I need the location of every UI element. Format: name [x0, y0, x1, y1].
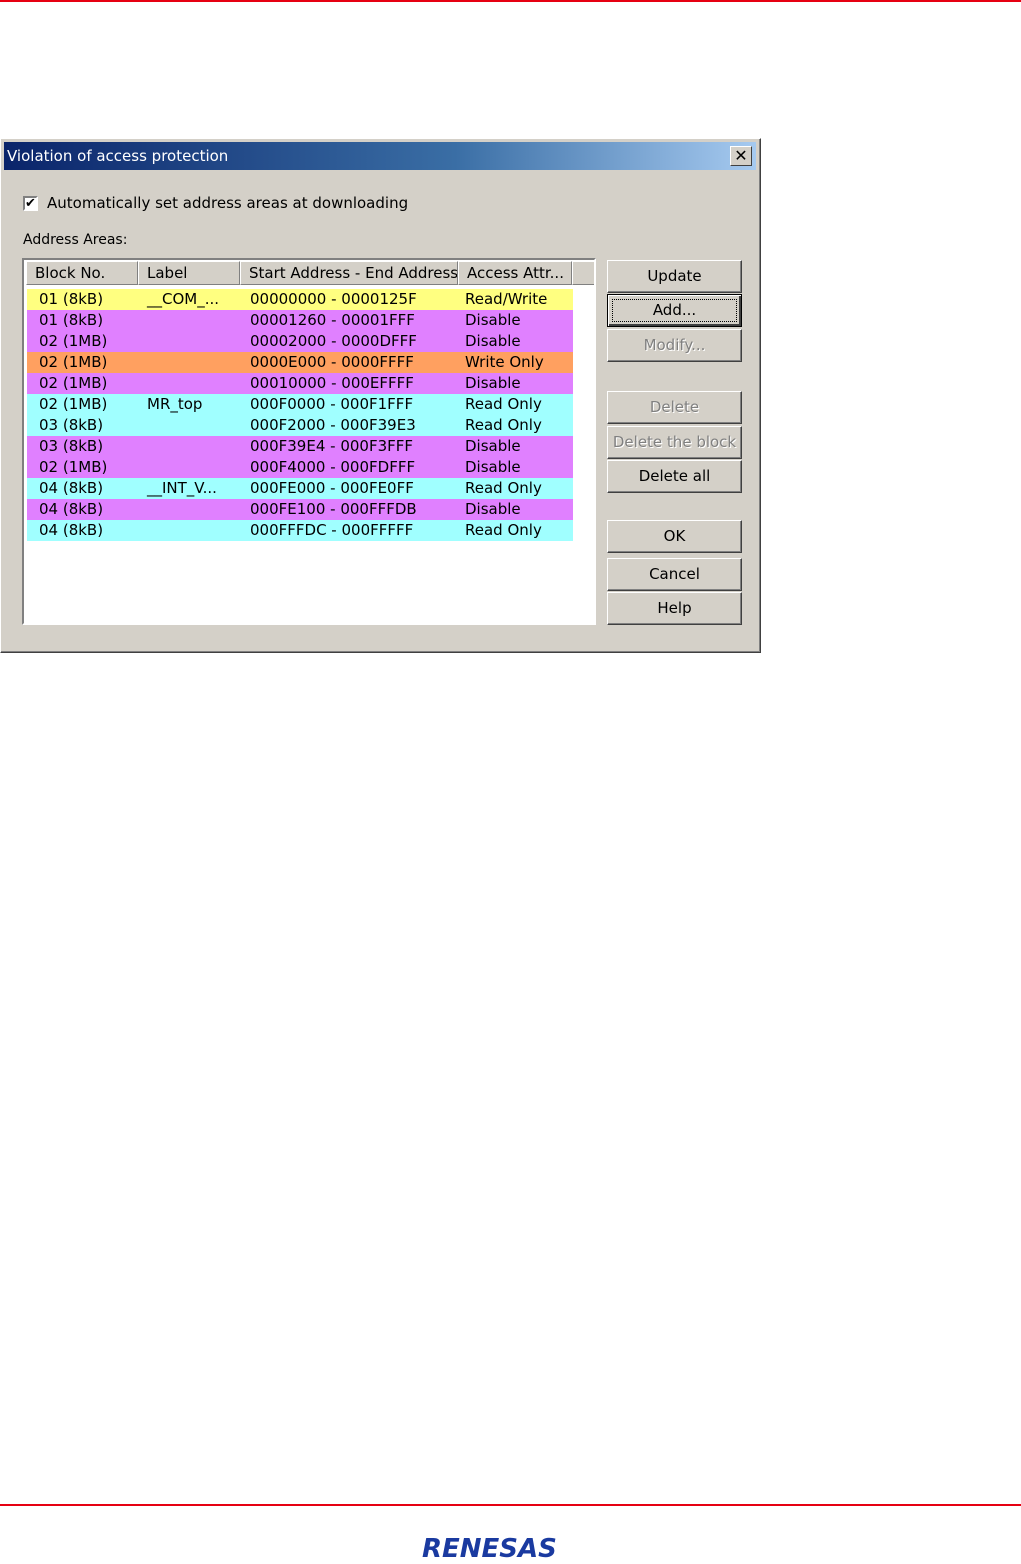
cell-block-no: 02 (1MB): [39, 353, 108, 371]
column-header-access-attr[interactable]: Access Attr...: [458, 261, 572, 285]
bottom-red-rule: [0, 1504, 1021, 1506]
cell-label: [137, 499, 238, 520]
cell-address-range: 000F39E4 - 000F3FFF: [250, 437, 414, 455]
cell-address-range: 000F2000 - 000F39E3: [250, 416, 416, 434]
list-rows: 01 (8kB) __COM_... 00000000 - 0000125F Read…: [27, 289, 573, 541]
cell-address-range: 0000E000 - 0000FFFF: [250, 353, 414, 371]
checkmark-icon: ✔: [25, 195, 36, 211]
cell-block-no: 02 (1MB): [39, 395, 108, 413]
table-row[interactable]: 02 (1MB) 000F4000 - 000FDFFF Disable: [27, 457, 573, 478]
update-button[interactable]: Update: [607, 260, 742, 293]
cell-label: [137, 436, 238, 457]
cell-access-attr: Read Only: [465, 395, 542, 413]
renesas-logo-text: RENESAS: [422, 1534, 557, 1564]
table-row[interactable]: 02 (1MB) 0000E000 - 0000FFFF Write Only: [27, 352, 573, 373]
table-row[interactable]: 02 (1MB) MR_top 000F0000 - 000F1FFF Read On…: [27, 394, 573, 415]
cell-label: [137, 415, 238, 436]
cell-label: __INT_V...: [147, 479, 217, 497]
address-areas-list[interactable]: Block No. Label Start Address - End Addr…: [22, 258, 596, 625]
table-row[interactable]: 04 (8kB) 000FE100 - 000FFFDB Disable: [27, 499, 573, 520]
cell-label: [137, 373, 238, 394]
cell-block-no: 03 (8kB): [39, 437, 104, 455]
table-row[interactable]: 03 (8kB) 000F39E4 - 000F3FFF Disable: [27, 436, 573, 457]
delete-block-button[interactable]: Delete the block: [607, 426, 742, 459]
cell-block-no: 04 (8kB): [39, 521, 104, 539]
cell-block-no: 01 (8kB): [39, 290, 104, 308]
help-button[interactable]: Help: [607, 592, 742, 625]
cell-address-range: 000F4000 - 000FDFFF: [250, 458, 416, 476]
cell-access-attr: Write Only: [465, 353, 544, 371]
column-header-address-range[interactable]: Start Address - End Address: [240, 261, 458, 285]
cell-block-no: 02 (1MB): [39, 332, 108, 350]
top-red-rule: [0, 0, 1021, 2]
cell-block-no: 01 (8kB): [39, 311, 104, 329]
add-button-label: Add...: [612, 299, 737, 322]
cell-label: [137, 352, 238, 373]
list-header: Block No. Label Start Address - End Addr…: [26, 261, 594, 285]
ok-button[interactable]: OK: [607, 520, 742, 553]
cell-access-attr: Read Only: [465, 416, 542, 434]
table-row[interactable]: 01 (8kB) __COM_... 00000000 - 0000125F Read…: [27, 289, 573, 310]
cell-block-no: 04 (8kB): [39, 479, 104, 497]
cell-access-attr: Disable: [465, 374, 521, 392]
cell-access-attr: Disable: [465, 311, 521, 329]
cell-access-attr: Read Only: [465, 479, 542, 497]
cancel-button[interactable]: Cancel: [607, 558, 742, 591]
table-row[interactable]: 03 (8kB) 000F2000 - 000F39E3 Read Only: [27, 415, 573, 436]
address-areas-label: Address Areas:: [23, 232, 128, 248]
cell-address-range: 000FFFDC - 000FFFFF: [250, 521, 414, 539]
cell-label: [137, 457, 238, 478]
cell-block-no: 04 (8kB): [39, 500, 104, 518]
cell-address-range: 00001260 - 00001FFF: [250, 311, 415, 329]
dialog-title: Violation of access protection: [7, 147, 229, 165]
cell-access-attr: Read/Write: [465, 290, 548, 308]
cell-block-no: 02 (1MB): [39, 374, 108, 392]
cell-label: [137, 310, 238, 331]
cell-access-attr: Disable: [465, 500, 521, 518]
cell-block-no: 02 (1MB): [39, 458, 108, 476]
table-row[interactable]: 04 (8kB) __INT_V... 000FE000 - 000FE0FF Rea…: [27, 478, 573, 499]
cell-label: __COM_...: [147, 290, 220, 308]
close-icon: ✕: [734, 146, 748, 165]
table-row[interactable]: 02 (1MB) 00010000 - 000EFFFF Disable: [27, 373, 573, 394]
cell-access-attr: Disable: [465, 332, 521, 350]
auto-set-checkbox[interactable]: ✔: [23, 195, 38, 211]
table-row[interactable]: 02 (1MB) 00002000 - 0000DFFF Disable: [27, 331, 573, 352]
delete-button[interactable]: Delete: [607, 391, 742, 424]
column-header-block-no[interactable]: Block No.: [26, 261, 138, 285]
close-button[interactable]: ✕: [730, 146, 752, 166]
cell-access-attr: Read Only: [465, 521, 542, 539]
cell-address-range: 000FE100 - 000FFFDB: [250, 500, 417, 518]
cell-address-range: 00000000 - 0000125F: [250, 290, 417, 308]
table-row[interactable]: 04 (8kB) 000FFFDC - 000FFFFF Read Only: [27, 520, 573, 541]
delete-all-button[interactable]: Delete all: [607, 460, 742, 493]
column-header-filler: [572, 261, 594, 285]
cell-access-attr: Disable: [465, 437, 521, 455]
auto-set-label[interactable]: Automatically set address areas at downl…: [47, 194, 408, 212]
cell-address-range: 00010000 - 000EFFFF: [250, 374, 414, 392]
cell-access-attr: Disable: [465, 458, 521, 476]
dialog-titlebar: Violation of access protection ✕: [4, 142, 756, 170]
auto-set-checkbox-row[interactable]: ✔ Automatically set address areas at dow…: [23, 193, 408, 213]
cell-label: [137, 520, 238, 541]
table-row[interactable]: 01 (8kB) 00001260 - 00001FFF Disable: [27, 310, 573, 331]
renesas-logo: RENESAS: [422, 1534, 557, 1564]
access-protection-dialog: Violation of access protection ✕ ✔ Autom…: [0, 138, 761, 653]
cell-address-range: 00002000 - 0000DFFF: [250, 332, 417, 350]
add-button[interactable]: Add...: [607, 294, 742, 327]
cell-block-no: 03 (8kB): [39, 416, 104, 434]
cell-label: [137, 331, 238, 352]
cell-address-range: 000FE000 - 000FE0FF: [250, 479, 414, 497]
cell-address-range: 000F0000 - 000F1FFF: [250, 395, 414, 413]
modify-button[interactable]: Modify...: [607, 329, 742, 362]
cell-label: MR_top: [147, 395, 203, 413]
column-header-label[interactable]: Label: [138, 261, 240, 285]
